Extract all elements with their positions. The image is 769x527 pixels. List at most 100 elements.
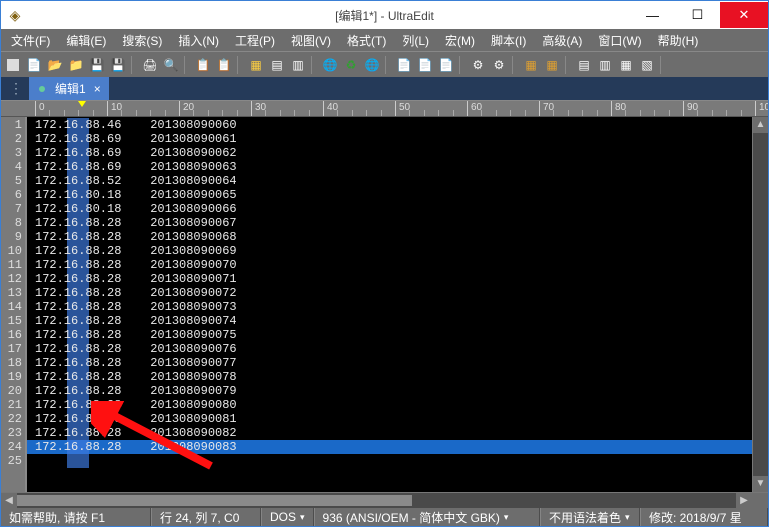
menu-insert[interactable]: 插入(N) (172, 30, 225, 51)
menu-view[interactable]: 视图(V) (285, 30, 337, 51)
menu-help[interactable]: 帮助(H) (652, 30, 705, 51)
menu-bar: 文件(F) 编辑(E) 搜索(S) 插入(N) 工程(P) 视图(V) 格式(T… (1, 29, 768, 51)
scroll-left-icon[interactable]: ◀ (1, 493, 17, 508)
line-number: 25 (1, 454, 22, 468)
menu-edit[interactable]: 编辑(E) (60, 30, 112, 51)
scroll-thumb[interactable] (17, 495, 412, 506)
separator (565, 56, 571, 74)
menu-format[interactable]: 格式(T) (341, 30, 392, 51)
sync-icon[interactable]: ♻ (341, 55, 361, 75)
tool-button[interactable]: ▦ (616, 55, 636, 75)
scroll-down-icon[interactable]: ▼ (753, 476, 768, 492)
code-line[interactable]: 172.16.88.28 201308090078 (35, 370, 237, 384)
code-line[interactable]: 172.16.88.28 201308090076 (35, 342, 237, 356)
app-icon: ◈ (1, 7, 29, 24)
tool-button[interactable]: ▤ (267, 55, 287, 75)
tool-button[interactable]: ⚙ (468, 55, 488, 75)
code-line[interactable]: 172.16.88.46 201308090060 (35, 118, 237, 132)
minimize-button[interactable]: — (630, 2, 675, 28)
tool-button[interactable]: ▥ (288, 55, 308, 75)
editor-area: 1234567891011121314151617181920212223242… (1, 117, 768, 492)
code-line[interactable]: 172.16.88.69 201308090063 (35, 160, 237, 174)
close-button[interactable]: ✕ (720, 2, 768, 28)
code-line[interactable] (35, 454, 237, 468)
paste-icon[interactable]: 📋 (214, 55, 234, 75)
code-line[interactable]: 172.16.88.28 201308090071 (35, 272, 237, 286)
document-tab[interactable]: 编辑1 × (29, 77, 109, 100)
status-bar: 如需帮助, 请按 F1 行 24, 列 7, C0 DOS 936 (ANSI/… (1, 508, 768, 526)
menu-search[interactable]: 搜索(S) (116, 30, 168, 51)
scroll-right-icon[interactable]: ▶ (736, 493, 752, 508)
save-icon[interactable]: 💾 (87, 55, 107, 75)
menu-column[interactable]: 列(L) (396, 30, 435, 51)
status-eol[interactable]: DOS (261, 508, 314, 526)
tool-button[interactable]: ▥ (595, 55, 615, 75)
code-line[interactable]: 172.16.88.28 201308090068 (35, 230, 237, 244)
print-icon[interactable]: 🖨 (140, 55, 160, 75)
code-line[interactable]: 172.16.88.28 201308090069 (35, 244, 237, 258)
line-number: 12 (1, 272, 22, 286)
line-number: 9 (1, 230, 22, 244)
code-line[interactable]: 172.16.88.28 201308090080 (35, 398, 237, 412)
separator (184, 56, 190, 74)
menu-script[interactable]: 脚本(I) (485, 30, 532, 51)
scroll-track[interactable] (17, 493, 736, 508)
code-line[interactable]: 172.16.88.28 201308090079 (35, 384, 237, 398)
globe-icon[interactable]: 🌐 (362, 55, 382, 75)
tab-list-icon[interactable]: ⋮ (3, 80, 29, 97)
code-line[interactable]: 172.16.80.18 201308090065 (35, 188, 237, 202)
title-bar: ◈ [编辑1*] - UltraEdit — ☐ ✕ (1, 1, 768, 29)
code-line[interactable]: 172.16.88.28 201308090073 (35, 300, 237, 314)
preview-icon[interactable]: 🔍 (161, 55, 181, 75)
maximize-button[interactable]: ☐ (675, 2, 720, 28)
code-area[interactable]: 172.16.88.46 201308090060172.16.88.69 20… (27, 117, 752, 492)
code-line[interactable]: 172.16.88.28 201308090077 (35, 356, 237, 370)
code-line[interactable]: 172.16.88.28 201308090067 (35, 216, 237, 230)
scroll-track[interactable] (753, 133, 768, 476)
code-line[interactable]: 172.16.88.69 201308090061 (35, 132, 237, 146)
tool-button[interactable]: 📄 (394, 55, 414, 75)
code-line[interactable]: 172.16.88.28 201308090081 (35, 412, 237, 426)
tab-label: 编辑1 (55, 80, 86, 97)
code-line[interactable]: 172.16.88.28 201308090072 (35, 286, 237, 300)
tool-button[interactable]: ▧ (637, 55, 657, 75)
status-codepage[interactable]: 936 (ANSI/OEM - 简体中文 GBK) (314, 508, 540, 526)
code-line[interactable]: 172.16.88.69 201308090062 (35, 146, 237, 160)
new-icon[interactable]: 📄 (24, 55, 44, 75)
open-icon[interactable]: 📂 (45, 55, 65, 75)
tool-button[interactable]: 📄 (415, 55, 435, 75)
code-line[interactable]: 172.16.88.28 201308090082 (35, 426, 237, 440)
separator (512, 56, 518, 74)
tool-button[interactable] (3, 55, 23, 75)
menu-file[interactable]: 文件(F) (5, 30, 56, 51)
menu-window[interactable]: 窗口(W) (592, 30, 647, 51)
code-line[interactable]: 172.16.80.18 201308090066 (35, 202, 237, 216)
menu-advanced[interactable]: 高级(A) (536, 30, 588, 51)
saveall-icon[interactable]: 💾 (108, 55, 128, 75)
tab-close-icon[interactable]: × (94, 82, 101, 96)
tool-button[interactable]: ▤ (574, 55, 594, 75)
tool-button[interactable]: ▦ (542, 55, 562, 75)
vertical-scrollbar[interactable]: ▲ ▼ (752, 117, 768, 492)
menu-macro[interactable]: 宏(M) (439, 30, 481, 51)
scroll-up-icon[interactable]: ▲ (753, 117, 768, 133)
tool-button[interactable]: ▦ (521, 55, 541, 75)
code-line[interactable]: 172.16.88.28 201308090083 (35, 440, 237, 454)
code-line[interactable]: 172.16.88.28 201308090075 (35, 328, 237, 342)
tool-button[interactable]: ⚙ (489, 55, 509, 75)
line-number: 14 (1, 300, 22, 314)
horizontal-scrollbar[interactable]: ◀ ▶ (1, 492, 768, 508)
folder-icon[interactable]: 📁 (66, 55, 86, 75)
copy-icon[interactable]: 📋 (193, 55, 213, 75)
menu-project[interactable]: 工程(P) (229, 30, 281, 51)
separator (131, 56, 137, 74)
toolbar: 📄 📂 📁 💾 💾 🖨 🔍 📋 📋 ▦ ▤ ▥ 🌐 ♻ 🌐 📄 📄 📄 ⚙ ⚙ … (1, 51, 768, 77)
web-icon[interactable]: 🌐 (320, 55, 340, 75)
tool-button[interactable]: ▦ (246, 55, 266, 75)
code-line[interactable]: 172.16.88.28 201308090074 (35, 314, 237, 328)
tool-button[interactable]: 📄 (436, 55, 456, 75)
code-line[interactable]: 172.16.88.52 201308090064 (35, 174, 237, 188)
code-line[interactable]: 172.16.88.28 201308090070 (35, 258, 237, 272)
status-syntax[interactable]: 不用语法着色 (540, 508, 640, 526)
line-number: 10 (1, 244, 22, 258)
